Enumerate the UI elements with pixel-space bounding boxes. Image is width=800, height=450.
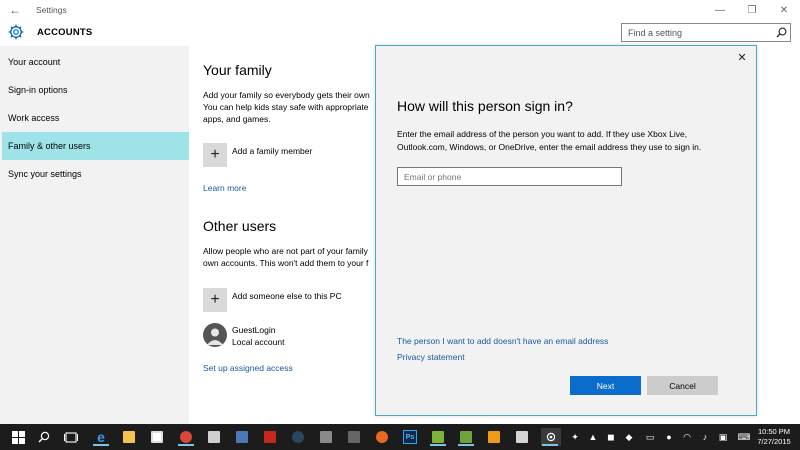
next-button[interactable]: Next (570, 376, 641, 395)
sidebar-item-label: Sign-in options (8, 85, 68, 95)
store-icon[interactable] (148, 428, 166, 446)
add-user-dialog: ✕ How will this person sign in? Enter th… (375, 45, 757, 416)
learn-more-link[interactable]: Learn more (203, 183, 246, 193)
tray-app-icon-2[interactable]: ◆ (622, 424, 636, 450)
dialog-title: How will this person sign in? (397, 98, 573, 114)
file-explorer-icon[interactable] (120, 428, 138, 446)
user-icon (207, 328, 223, 345)
add-family-member-label[interactable]: Add a family member (232, 145, 312, 158)
photoshop-icon[interactable]: Ps (401, 428, 419, 446)
keyboard-icon[interactable]: ⌨ (735, 424, 753, 450)
network-icon[interactable]: ◠ (680, 424, 694, 450)
dialog-description: Enter the email address of the person yo… (397, 128, 737, 154)
close-button[interactable]: ✕ (768, 0, 800, 20)
app-icon-1[interactable] (205, 428, 223, 446)
action-center-icon[interactable]: ▣ (716, 424, 730, 450)
app-icon-7[interactable] (457, 428, 475, 446)
steam-icon[interactable] (289, 428, 307, 446)
app-icon-9[interactable] (513, 428, 531, 446)
privacy-statement-link[interactable]: Privacy statement (397, 352, 465, 362)
start-icon[interactable] (9, 428, 27, 446)
search-icon[interactable] (35, 428, 53, 446)
sidebar-item-work-access[interactable]: Work access (2, 104, 189, 132)
other-users-desc-line2: own accounts. This won't add them to you… (203, 258, 369, 268)
sidebar-item-label: Your account (8, 57, 61, 67)
sidebar-item-family-other-users[interactable]: Family & other users (2, 132, 189, 160)
app-icon-8[interactable] (485, 428, 503, 446)
battery-icon[interactable]: ▭ (642, 424, 658, 450)
notification-icon[interactable]: ▲ (586, 424, 600, 450)
family-desc-line2: You can help kids stay safe with appropr… (203, 102, 369, 112)
search-input[interactable]: Find a setting (622, 28, 772, 38)
app-icon-4[interactable] (317, 428, 335, 446)
back-arrow-icon[interactable]: ← (0, 3, 30, 17)
taskbar: e Ps ✦ ▲ ◼ ◆ ▭ ● ◠ ♪ ▣ ⌨ 10:50 PM 7/27/2… (0, 424, 800, 450)
sidebar-item-sign-in-options[interactable]: Sign-in options (2, 76, 189, 104)
tray-app-icon[interactable]: ◼ (604, 424, 618, 450)
search-icon[interactable] (772, 24, 790, 41)
tray-app-icon-3[interactable]: ● (662, 424, 676, 450)
sidebar-item-your-account[interactable]: Your account (2, 48, 189, 76)
window-title: Settings (36, 5, 67, 15)
family-desc-line1: Add your family so everybody gets their … (203, 90, 370, 100)
sidebar-item-label: Sync your settings (8, 169, 82, 179)
dialog-description-line2: Outlook.com, Windows, or OneDrive, enter… (397, 142, 702, 152)
chrome-icon[interactable] (177, 428, 195, 446)
window-controls: — ❐ ✕ (704, 0, 800, 20)
taskbar-clock[interactable]: 10:50 PM 7/27/2015 (752, 427, 796, 447)
task-view-icon[interactable] (62, 428, 80, 446)
sidebar-item-label: Work access (8, 113, 60, 123)
add-someone-else-button[interactable]: + (203, 288, 227, 312)
photoshop-label: Ps (403, 430, 417, 444)
other-users-desc-line1: Allow people who are not part of your fa… (203, 246, 368, 256)
gear-icon (8, 24, 24, 40)
edge-icon[interactable]: e (92, 428, 110, 446)
plus-icon: + (210, 146, 220, 163)
title-bar: ← Settings — ❐ ✕ (0, 0, 800, 20)
other-users-heading: Other users (203, 218, 277, 234)
app-icon-2[interactable] (233, 428, 251, 446)
plus-icon: + (210, 291, 220, 308)
firefox-icon[interactable] (373, 428, 391, 446)
user-account-type: Local account (232, 337, 285, 347)
dialog-close-button[interactable]: ✕ (734, 49, 750, 65)
email-field[interactable] (397, 167, 622, 186)
clock-date: 7/27/2015 (757, 437, 791, 446)
sidebar-item-sync-settings[interactable]: Sync your settings (2, 160, 189, 188)
volume-icon[interactable]: ♪ (698, 424, 712, 450)
add-someone-else-label[interactable]: Add someone else to this PC (232, 290, 342, 303)
family-heading: Your family (203, 62, 272, 78)
clock-time: 10:50 PM (757, 427, 791, 436)
app-icon-3[interactable] (261, 428, 279, 446)
dialog-description-line1: Enter the email address of the person yo… (397, 129, 688, 139)
search-box[interactable]: Find a setting (621, 23, 791, 42)
sidebar: Your account Sign-in options Work access… (0, 46, 189, 424)
page-title: ACCOUNTS (37, 27, 93, 38)
cancel-button[interactable]: Cancel (647, 376, 718, 395)
settings-icon[interactable] (541, 428, 561, 446)
minimize-button[interactable]: — (704, 0, 736, 20)
user-name[interactable]: GuestLogin (232, 324, 275, 337)
people-icon[interactable]: ✦ (568, 424, 582, 450)
no-email-link[interactable]: The person I want to add doesn't have an… (397, 336, 608, 346)
app-icon-5[interactable] (345, 428, 363, 446)
add-family-member-button[interactable]: + (203, 143, 227, 167)
avatar[interactable] (203, 323, 227, 347)
app-icon-6[interactable] (429, 428, 447, 446)
maximize-button[interactable]: ❐ (736, 0, 768, 20)
sidebar-item-label: Family & other users (8, 141, 91, 151)
family-desc-line3: apps, and games. (203, 114, 271, 124)
assigned-access-link[interactable]: Set up assigned access (203, 363, 293, 373)
